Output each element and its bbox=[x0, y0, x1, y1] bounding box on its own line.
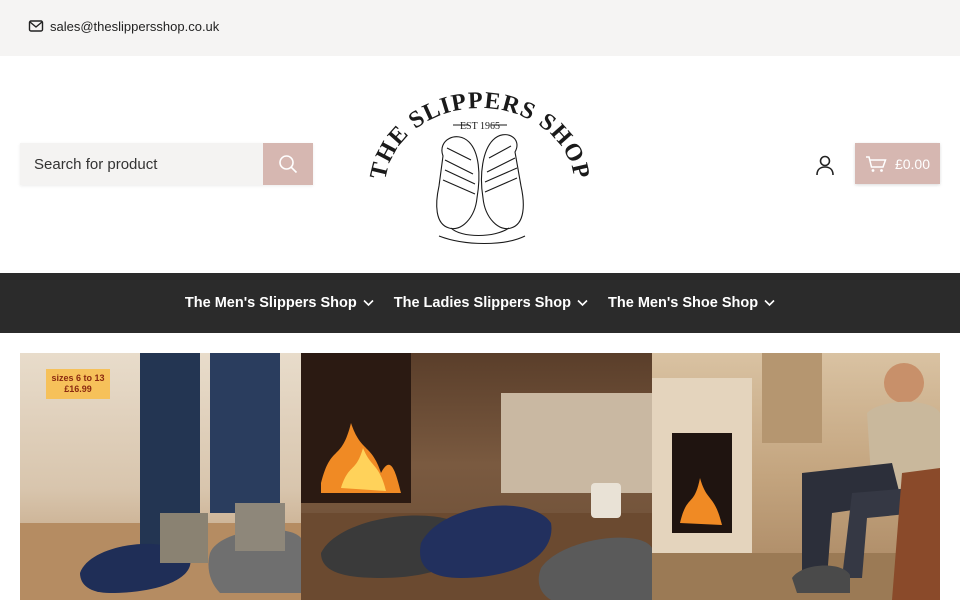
hero-image-man-by-fireplace bbox=[652, 353, 940, 600]
cart-total: £0.00 bbox=[894, 155, 931, 172]
nav-item-label: The Men's Shoe Shop bbox=[608, 295, 759, 311]
mail-icon bbox=[28, 20, 44, 32]
chevron-down-icon bbox=[764, 299, 775, 307]
email-link[interactable]: sales@theslippersshop.co.uk bbox=[28, 18, 219, 34]
search-input[interactable] bbox=[20, 143, 263, 185]
hero-banner[interactable]: sizes 6 to 13 £16.99 bbox=[20, 353, 940, 600]
price-badge: sizes 6 to 13 £16.99 bbox=[46, 369, 110, 399]
nav-item-mens-shoes[interactable]: The Men's Shoe Shop bbox=[608, 295, 775, 311]
nav-item-mens-slippers[interactable]: The Men's Slippers Shop bbox=[185, 295, 374, 311]
chevron-down-icon bbox=[363, 299, 374, 307]
search-button[interactable] bbox=[263, 143, 313, 185]
cart-button[interactable]: £0.00 bbox=[855, 143, 940, 184]
main-nav: The Men's Slippers Shop The Ladies Slipp… bbox=[0, 273, 960, 333]
slippers-logo-icon: THE SLIPPERS SHOP EST 1965 bbox=[365, 88, 594, 245]
hero-image-slippers-fireplace bbox=[301, 353, 652, 600]
user-icon bbox=[816, 155, 834, 176]
svg-text:EST 1965: EST 1965 bbox=[460, 121, 500, 132]
search-icon bbox=[279, 155, 298, 174]
account-button[interactable] bbox=[812, 152, 838, 178]
badge-sizes: sizes 6 to 13 bbox=[51, 373, 105, 383]
cart-icon bbox=[865, 155, 887, 172]
top-bar: sales@theslippersshop.co.uk bbox=[0, 0, 960, 56]
nav-item-label: The Men's Slippers Shop bbox=[184, 295, 357, 311]
svg-text:THE SLIPPERS SHOP: THE SLIPPERS SHOP bbox=[365, 88, 594, 182]
nav-item-ladies-slippers[interactable]: The Ladies Slippers Shop bbox=[394, 295, 588, 311]
hero-image-slippers-feet: sizes 6 to 13 £16.99 bbox=[20, 353, 301, 600]
badge-price: £16.99 bbox=[64, 384, 92, 394]
site-logo[interactable]: THE SLIPPERS SHOP EST 1965 bbox=[365, 78, 595, 250]
email-text: sales@theslippersshop.co.uk bbox=[50, 18, 220, 34]
nav-item-label: The Ladies Slippers Shop bbox=[393, 295, 572, 311]
chevron-down-icon bbox=[577, 299, 588, 307]
search-bar bbox=[20, 143, 313, 185]
site-header: THE SLIPPERS SHOP EST 1965 £0.00 bbox=[0, 56, 960, 273]
